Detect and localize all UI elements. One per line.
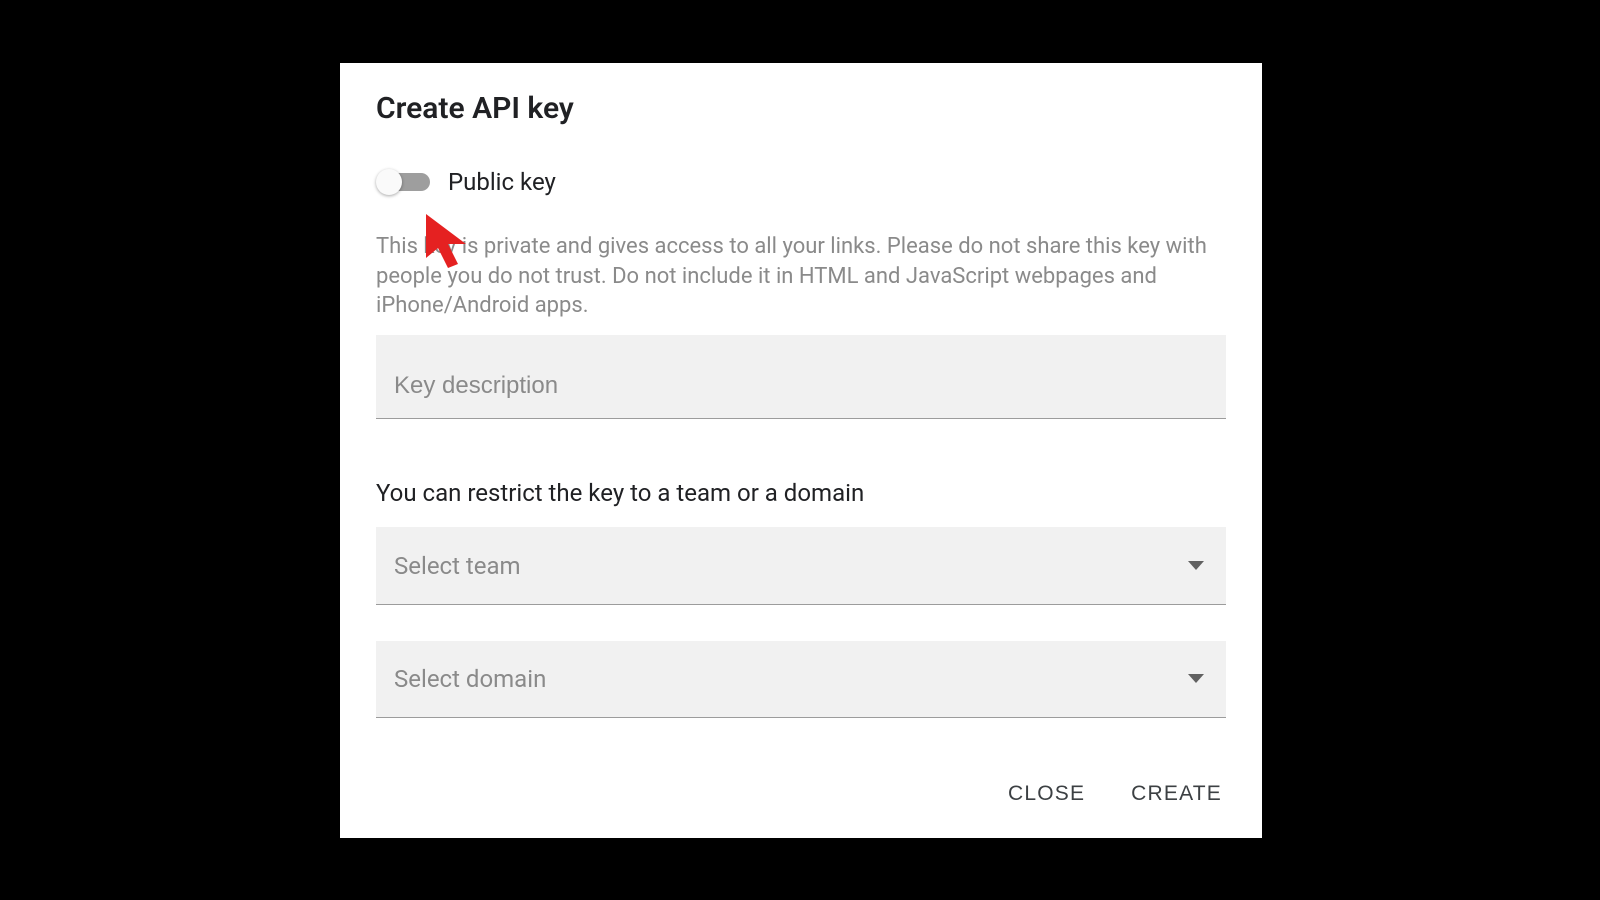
public-key-toggle-row: Public key	[376, 168, 1226, 196]
select-domain-dropdown[interactable]: Select domain	[376, 641, 1226, 718]
dialog-actions: CLOSE CREATE	[376, 754, 1226, 814]
public-key-toggle[interactable]	[376, 173, 430, 191]
select-domain-placeholder: Select domain	[394, 665, 546, 693]
restrict-label: You can restrict the key to a team or a …	[376, 479, 1226, 507]
key-privacy-description: This key is private and gives access to …	[376, 232, 1226, 321]
caret-down-icon	[1188, 561, 1204, 570]
caret-down-icon	[1188, 674, 1204, 683]
create-button[interactable]: CREATE	[1127, 774, 1226, 814]
close-button[interactable]: CLOSE	[1004, 774, 1089, 814]
toggle-thumb	[376, 169, 402, 195]
create-api-key-dialog: Create API key Public key This key is pr…	[340, 63, 1262, 838]
public-key-toggle-label: Public key	[448, 168, 556, 196]
select-team-placeholder: Select team	[394, 552, 521, 580]
dialog-title: Create API key	[376, 91, 1226, 126]
select-team-dropdown[interactable]: Select team	[376, 527, 1226, 604]
key-description-input[interactable]	[376, 335, 1226, 419]
